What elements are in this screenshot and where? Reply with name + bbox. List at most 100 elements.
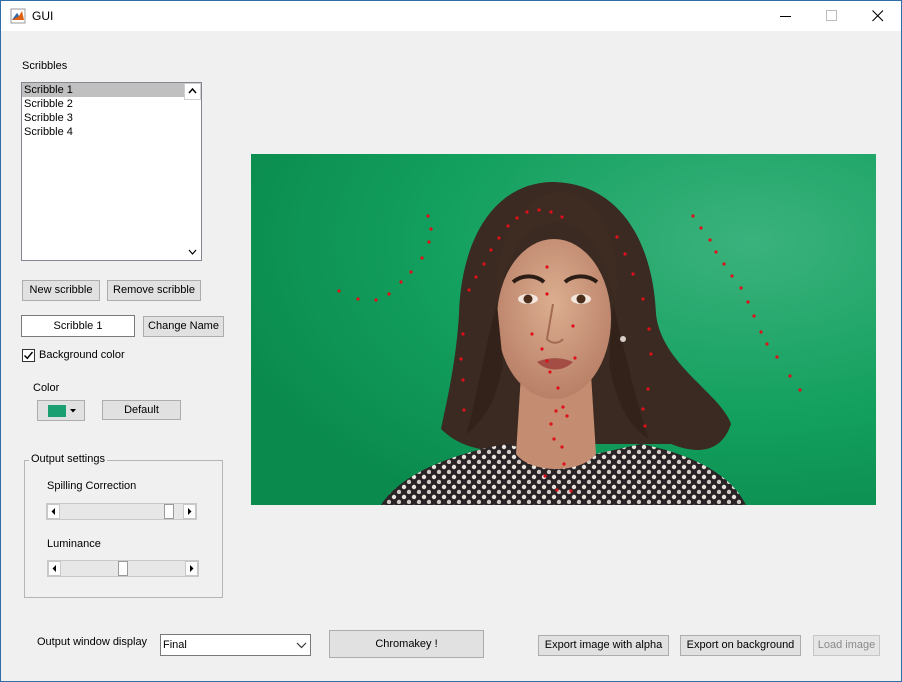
output-window-selected: Final (163, 639, 187, 651)
scribble-dot (730, 274, 734, 278)
scribble-dot (562, 462, 566, 466)
scribble-dot (467, 288, 471, 292)
scribble-dot (540, 347, 544, 351)
chevron-down-icon (296, 642, 307, 649)
scribble-dot (356, 297, 360, 301)
arrow-left-icon (51, 508, 55, 515)
slider-right-arrow[interactable] (183, 504, 196, 519)
slider-right-arrow[interactable] (185, 561, 198, 576)
list-item[interactable]: Scribble 2 (22, 97, 201, 111)
scribble-dot (461, 378, 465, 382)
luminance-slider[interactable] (47, 560, 199, 577)
slider-thumb[interactable] (164, 504, 174, 519)
window-title: GUI (32, 9, 54, 23)
scribble-dot (489, 248, 493, 252)
scribble-dot (552, 437, 556, 441)
scribble-dot (775, 355, 779, 359)
scroll-down-icon[interactable] (184, 243, 201, 260)
scribble-dot (461, 332, 465, 336)
default-color-button[interactable]: Default (102, 400, 181, 420)
maximize-icon (826, 10, 837, 21)
scribble-dot (530, 332, 534, 336)
scribble-dot (459, 357, 463, 361)
scribble-dot (545, 265, 549, 269)
gui-window: GUI Scribbles Scribble 1 Scribble 2 Scri… (0, 0, 902, 682)
scribble-dot (649, 352, 653, 356)
load-image-button[interactable]: Load image (813, 635, 880, 656)
scribble-dot (545, 292, 549, 296)
scribble-dot (545, 359, 549, 363)
scribble-dot (623, 252, 627, 256)
scribble-dot (399, 280, 403, 284)
scribble-dot (409, 270, 413, 274)
slider-left-arrow[interactable] (48, 561, 61, 576)
list-item[interactable]: Scribble 3 (22, 111, 201, 125)
close-icon (872, 10, 884, 22)
scribble-dot (739, 286, 743, 290)
scribble-dot (615, 235, 619, 239)
scribble-dot (646, 387, 650, 391)
background-color-label: Background color (39, 349, 125, 361)
scribble-dot (525, 210, 529, 214)
scribble-dot (506, 224, 510, 228)
scribble-list[interactable]: Scribble 1 Scribble 2 Scribble 3 Scribbl… (21, 82, 202, 261)
arrow-right-icon (190, 565, 194, 572)
list-item[interactable]: Scribble 1 (22, 83, 184, 97)
background-color-checkbox[interactable] (22, 349, 35, 362)
output-window-display-label: Output window display (37, 636, 148, 648)
scribble-dot (788, 374, 792, 378)
scribble-name-field[interactable]: Scribble 1 (21, 315, 135, 337)
scribble-dot (631, 272, 635, 276)
scribble-dot (555, 488, 559, 492)
scribble-dot (699, 226, 703, 230)
scribble-dot (427, 240, 431, 244)
checkmark-icon (24, 351, 34, 360)
scribble-dot (647, 327, 651, 331)
scribble-dot (691, 214, 695, 218)
scribble-dot (765, 342, 769, 346)
maximize-button[interactable] (809, 1, 855, 31)
portrait-image (251, 154, 876, 505)
change-name-button[interactable]: Change Name (143, 316, 224, 337)
scroll-up-icon[interactable] (184, 83, 201, 100)
color-swatch (48, 405, 66, 417)
slider-thumb[interactable] (118, 561, 128, 576)
output-window-select[interactable]: Final (160, 634, 311, 656)
scribble-dot (641, 297, 645, 301)
scribble-dot (722, 262, 726, 266)
chromakey-button[interactable]: Chromakey ! (329, 630, 484, 658)
scribble-dot (746, 300, 750, 304)
scribble-dot (560, 445, 564, 449)
scribble-dot (759, 330, 763, 334)
scribble-dot (497, 236, 501, 240)
scribble-dot (798, 388, 802, 392)
scribble-dot (569, 489, 573, 493)
scribble-dot (560, 215, 564, 219)
scribble-dot (561, 405, 565, 409)
export-alpha-button[interactable]: Export image with alpha (538, 635, 669, 656)
dropdown-caret-icon (70, 409, 76, 413)
list-scrollbar[interactable] (184, 83, 201, 260)
scribble-dot (548, 370, 552, 374)
title-bar: GUI (1, 1, 901, 31)
scribble-dot (429, 227, 433, 231)
new-scribble-button[interactable]: New scribble (22, 280, 100, 301)
spilling-correction-slider[interactable] (46, 503, 197, 520)
remove-scribble-button[interactable]: Remove scribble (107, 280, 201, 301)
list-item[interactable]: Scribble 4 (22, 125, 201, 139)
scribble-dot (573, 356, 577, 360)
image-display[interactable] (251, 154, 876, 505)
matlab-icon (10, 8, 26, 24)
scribble-dot (714, 250, 718, 254)
color-picker-button[interactable] (37, 400, 85, 421)
close-button[interactable] (855, 1, 901, 31)
scribble-dot (641, 407, 645, 411)
minimize-button[interactable] (763, 1, 809, 31)
export-background-button[interactable]: Export on background (680, 635, 801, 656)
scribble-dot (543, 474, 547, 478)
scribble-dot (571, 324, 575, 328)
scribble-dot (337, 289, 341, 293)
color-label: Color (33, 382, 60, 394)
scribble-dot (752, 314, 756, 318)
slider-left-arrow[interactable] (47, 504, 60, 519)
